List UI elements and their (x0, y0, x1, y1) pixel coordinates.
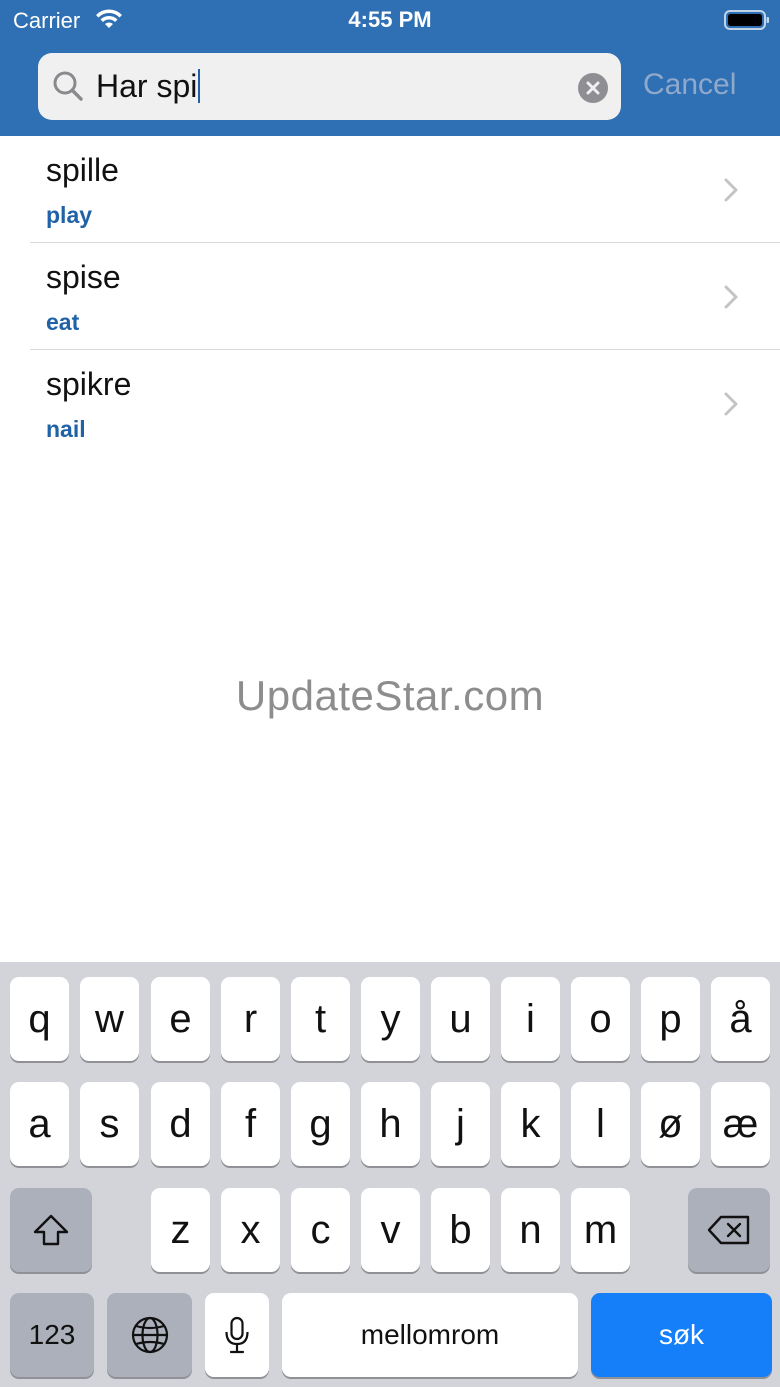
key[interactable]: k (501, 1082, 560, 1166)
result-translation: play (46, 202, 93, 228)
search-bar[interactable]: Har spi (38, 53, 621, 120)
text-caret (198, 69, 201, 103)
navigation-header: Carrier 4:55 PM Har spi Cancel (0, 0, 780, 136)
result-word: spise (46, 259, 121, 295)
key[interactable]: ø (641, 1082, 700, 1166)
dictation-key[interactable] (205, 1293, 269, 1377)
list-item[interactable]: spikre nail (0, 350, 780, 457)
cancel-button[interactable]: Cancel (643, 68, 736, 102)
status-time: 4:55 PM (348, 7, 432, 32)
key[interactable]: h (361, 1082, 420, 1166)
key[interactable]: a (10, 1082, 69, 1166)
results-list: spille play spise eat spikre nail (0, 136, 780, 457)
clear-search-icon[interactable] (578, 73, 608, 103)
key[interactable]: æ (711, 1082, 770, 1166)
keyboard: q w e r t y u i o p å a s d f g h j k l … (0, 962, 780, 1387)
list-item[interactable]: spille play (0, 136, 780, 243)
battery-icon (724, 10, 769, 30)
key[interactable]: l (571, 1082, 630, 1166)
key[interactable]: j (431, 1082, 490, 1166)
result-word: spille (46, 152, 119, 188)
key[interactable]: o (571, 977, 630, 1061)
key[interactable]: t (291, 977, 350, 1061)
key[interactable]: b (431, 1188, 490, 1272)
backspace-icon (707, 1215, 750, 1245)
search-input[interactable]: Har spi (96, 68, 201, 104)
result-translation: nail (46, 416, 86, 442)
chevron-right-icon (724, 392, 738, 416)
globe-icon (131, 1316, 168, 1354)
key[interactable]: z (151, 1188, 210, 1272)
key[interactable]: y (361, 977, 420, 1061)
search-return-key[interactable]: søk (591, 1293, 772, 1377)
shift-key[interactable] (10, 1188, 92, 1272)
shift-icon (33, 1214, 69, 1246)
key[interactable]: c (291, 1188, 350, 1272)
key[interactable]: p (641, 977, 700, 1061)
key[interactable]: e (151, 977, 210, 1061)
numbers-key[interactable]: 123 (10, 1293, 94, 1377)
key[interactable]: v (361, 1188, 420, 1272)
delete-key[interactable] (688, 1188, 770, 1272)
result-word: spikre (46, 366, 132, 402)
globe-key[interactable] (107, 1293, 192, 1377)
key[interactable]: m (571, 1188, 630, 1272)
search-icon (53, 71, 83, 101)
key[interactable]: x (221, 1188, 280, 1272)
microphone-icon (225, 1316, 249, 1354)
key[interactable]: g (291, 1082, 350, 1166)
result-translation: eat (46, 309, 80, 335)
key[interactable]: i (501, 977, 560, 1061)
status-bar: Carrier 4:55 PM (0, 0, 780, 40)
space-key[interactable]: mellomrom (282, 1293, 578, 1377)
chevron-right-icon (724, 285, 738, 309)
key[interactable]: u (431, 977, 490, 1061)
watermark-text: UpdateStar.com (235, 672, 545, 719)
key[interactable]: q (10, 977, 69, 1061)
key[interactable]: w (80, 977, 139, 1061)
list-item[interactable]: spise eat (0, 243, 780, 350)
key[interactable]: s (80, 1082, 139, 1166)
key[interactable]: n (501, 1188, 560, 1272)
key[interactable]: r (221, 977, 280, 1061)
chevron-right-icon (724, 178, 738, 202)
key[interactable]: f (221, 1082, 280, 1166)
key[interactable]: å (711, 977, 770, 1061)
key[interactable]: d (151, 1082, 210, 1166)
